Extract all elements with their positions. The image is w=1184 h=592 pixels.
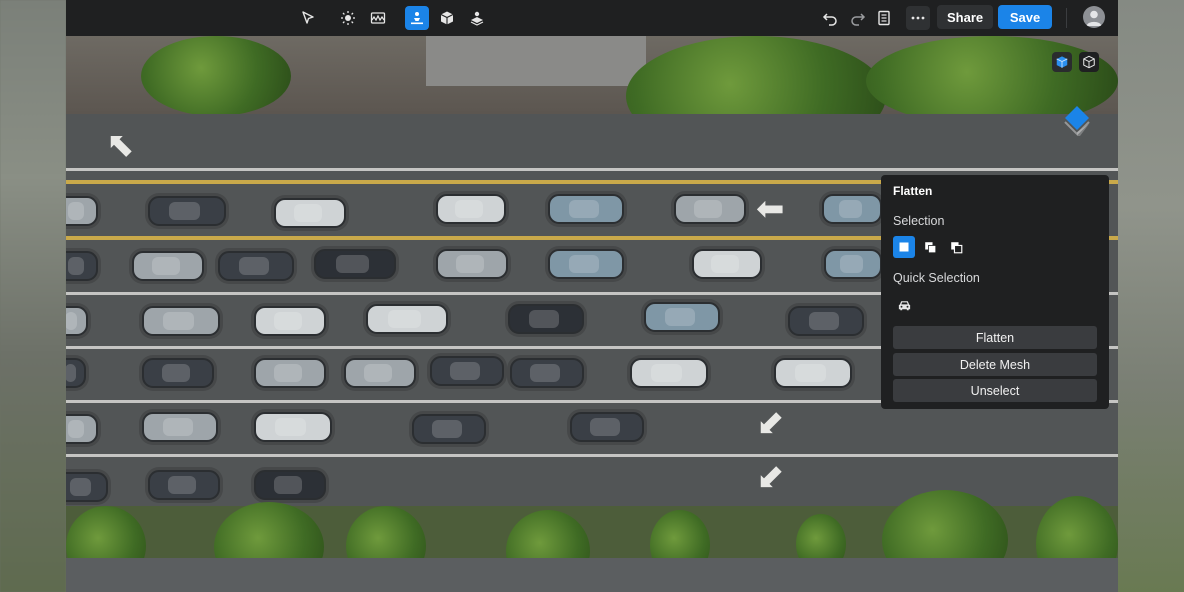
- environment-tool-button[interactable]: [366, 6, 390, 30]
- notes-button[interactable]: [872, 6, 896, 30]
- sun-icon: [341, 11, 355, 25]
- scene-car: [674, 194, 746, 224]
- delete-mesh-button[interactable]: Delete Mesh: [893, 353, 1097, 376]
- select-vehicles-button[interactable]: [893, 294, 915, 316]
- flatten-panel: Flatten Selection Quick Selection Flatte…: [881, 175, 1109, 409]
- perspective-view-button[interactable]: [1052, 52, 1072, 72]
- scene-car: [510, 358, 584, 388]
- skyline-icon: [370, 12, 386, 24]
- scene-car: [66, 472, 108, 502]
- road-arrow: ⬉: [106, 126, 135, 164]
- object-tool-button[interactable]: [435, 6, 459, 30]
- subtract-select-icon: [950, 241, 962, 253]
- mesh-tool-button[interactable]: [465, 6, 489, 30]
- scene-car: [148, 470, 220, 500]
- scene-car: [254, 412, 332, 442]
- cube-icon: [440, 11, 454, 25]
- flatten-tool-button[interactable]: [405, 6, 429, 30]
- toolbar-divider: [1066, 8, 1067, 28]
- person-flatten-icon: [411, 12, 423, 25]
- square-select-icon: [899, 242, 909, 252]
- redo-icon: [851, 13, 866, 26]
- scene-car: [314, 249, 396, 279]
- navigation-gizmo-icon[interactable]: [1061, 104, 1093, 136]
- scene-car: [824, 249, 882, 279]
- scene-car: [366, 304, 448, 334]
- undo-button[interactable]: [818, 6, 842, 30]
- more-options-button[interactable]: [906, 6, 930, 30]
- scene-car: [788, 306, 864, 336]
- scene-car: [66, 196, 98, 226]
- document-icon: [878, 10, 890, 26]
- scene-car: [274, 198, 346, 228]
- road-arrow: ⬋: [756, 458, 785, 496]
- scene-car: [132, 251, 204, 281]
- scene-plaza: [426, 36, 646, 86]
- editor-window: Share Save ⬉ ⬅ ⬋ ⬋ Flatten Selection Qui…: [66, 0, 1118, 592]
- scene-car: [630, 358, 708, 388]
- scene-car: [142, 358, 214, 388]
- selection-label: Selection: [893, 214, 945, 228]
- scene-car: [692, 249, 762, 279]
- scene-tree: [141, 36, 291, 116]
- scene-car: [254, 306, 326, 336]
- scene-car: [548, 249, 624, 279]
- orthographic-view-button[interactable]: [1079, 52, 1099, 72]
- scene-car: [142, 306, 220, 336]
- road-arrow: ⬋: [756, 404, 785, 442]
- overlap-select-icon: [924, 241, 936, 253]
- user-avatar[interactable]: [1083, 6, 1105, 28]
- lighting-tool-button[interactable]: [336, 6, 360, 30]
- scene-car: [508, 304, 584, 334]
- right-background-blur: [1118, 0, 1184, 592]
- scene-car: [436, 249, 508, 279]
- ellipsis-icon: [911, 16, 925, 20]
- layers-person-icon: [470, 11, 484, 26]
- scene-car: [344, 358, 416, 388]
- redo-button[interactable]: [846, 6, 870, 30]
- scene-car: [66, 306, 88, 336]
- user-icon: [1086, 10, 1102, 26]
- flatten-button[interactable]: Flatten: [893, 326, 1097, 349]
- scene-car: [66, 251, 98, 281]
- scene-car: [644, 302, 720, 332]
- scene-car: [570, 412, 644, 442]
- subtract-select-button[interactable]: [945, 236, 967, 258]
- scene-car: [430, 356, 504, 386]
- left-background-blur: [0, 0, 66, 592]
- unselect-button[interactable]: Unselect: [893, 379, 1097, 402]
- select-tool-button[interactable]: [296, 6, 320, 30]
- top-toolbar: Share Save: [66, 0, 1118, 36]
- scene-car: [218, 251, 294, 281]
- car-icon: [898, 300, 910, 310]
- cursor-arrow-icon: [302, 11, 314, 24]
- rectangle-select-button[interactable]: [893, 236, 915, 258]
- scene-car: [66, 358, 86, 388]
- scene-car: [436, 194, 506, 224]
- scene-car: [412, 414, 486, 444]
- undo-icon: [822, 13, 837, 26]
- scene-car: [66, 414, 98, 444]
- panel-title: Flatten: [893, 184, 933, 198]
- cube-solid-icon: [1056, 56, 1068, 68]
- lane-marking: [66, 454, 1118, 457]
- share-button[interactable]: Share: [937, 5, 994, 29]
- cube-outline-icon: [1083, 55, 1095, 69]
- road-arrow: ⬅: [756, 190, 785, 228]
- scene-car: [148, 196, 226, 226]
- save-button[interactable]: Save: [998, 5, 1052, 29]
- lane-marking: [66, 168, 1118, 171]
- scene-car: [774, 358, 852, 388]
- scene-car: [142, 412, 218, 442]
- scene-car: [548, 194, 624, 224]
- scene-lower-road: [66, 558, 1118, 592]
- add-select-button[interactable]: [919, 236, 941, 258]
- scene-car: [254, 358, 326, 388]
- scene-car: [254, 470, 326, 500]
- quick-selection-label: Quick Selection: [893, 271, 980, 285]
- scene-car: [822, 194, 882, 224]
